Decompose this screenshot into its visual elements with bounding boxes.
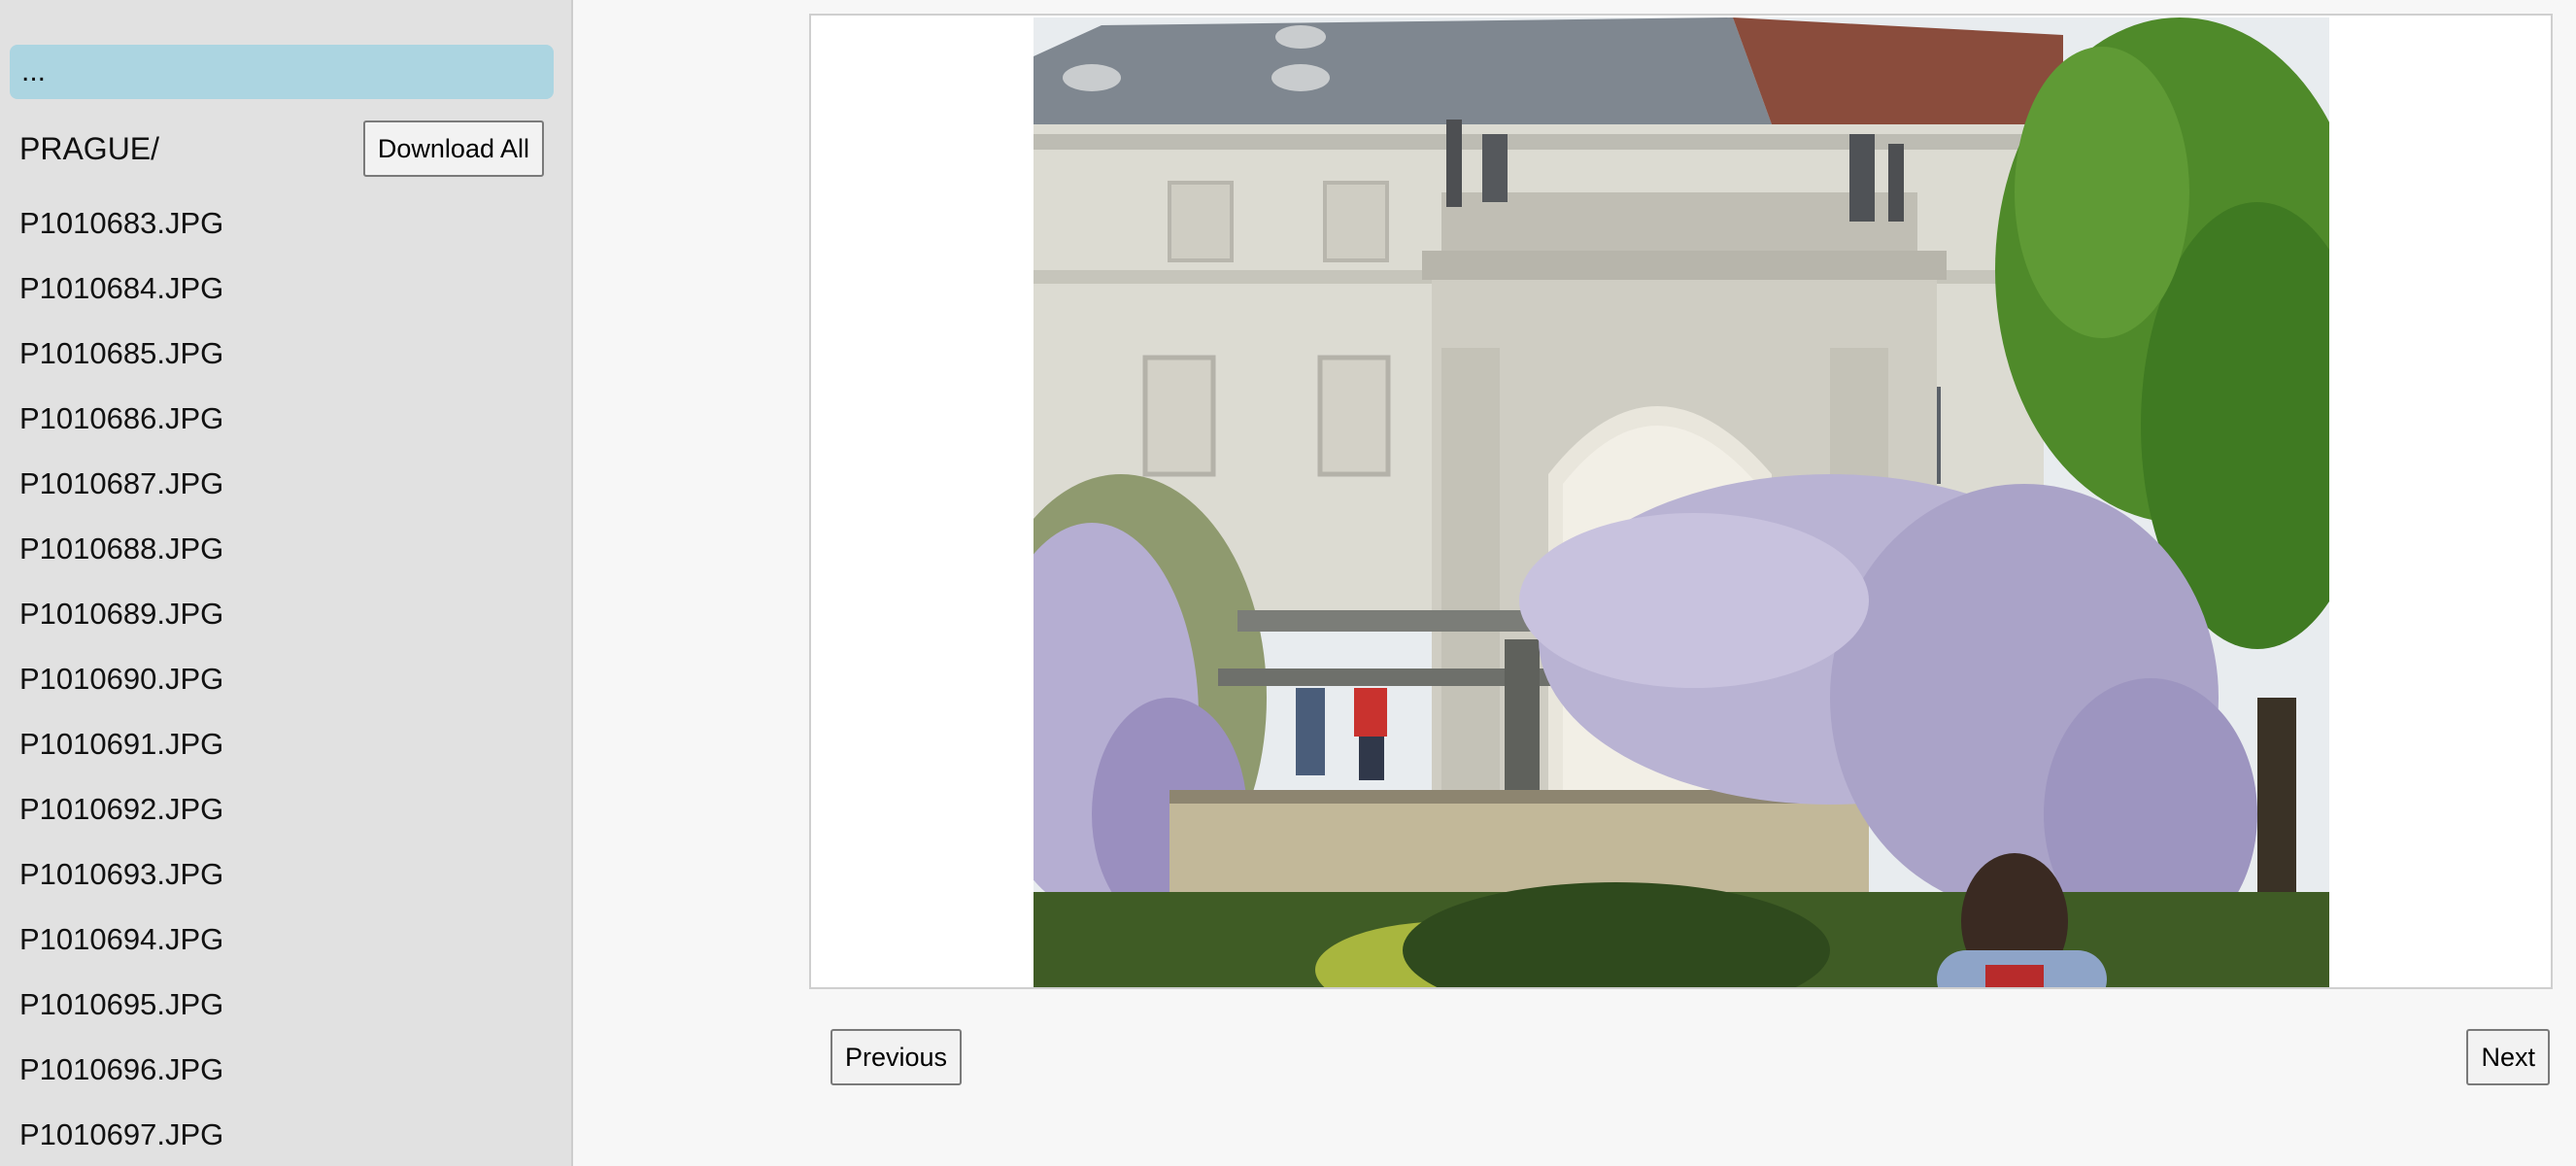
download-all-button[interactable]: Download All bbox=[362, 120, 544, 177]
file-item[interactable]: P1010683.JPG bbox=[19, 190, 223, 256]
file-item[interactable]: P1010692.JPG bbox=[19, 776, 223, 841]
file-item[interactable]: P1010686.JPG bbox=[19, 386, 223, 451]
next-button[interactable]: Next bbox=[2466, 1029, 2550, 1085]
file-item[interactable]: P1010688.JPG bbox=[19, 516, 223, 581]
image-frame bbox=[809, 14, 2553, 989]
folder-header: PRAGUE/ Download All bbox=[19, 119, 544, 179]
file-item[interactable]: P1010684.JPG bbox=[19, 256, 223, 321]
parent-directory-item[interactable]: ... bbox=[10, 45, 554, 99]
file-item[interactable]: P1010696.JPG bbox=[19, 1037, 223, 1102]
file-item[interactable]: P1010687.JPG bbox=[19, 451, 223, 516]
folder-name: PRAGUE/ bbox=[19, 131, 160, 166]
previous-button[interactable]: Previous bbox=[830, 1029, 963, 1085]
file-browser-app: ... PRAGUE/ Download All P1010683.JPG P10… bbox=[0, 0, 2576, 1166]
sidebar: ... PRAGUE/ Download All P1010683.JPG P10… bbox=[0, 0, 573, 1166]
file-item[interactable]: P1010690.JPG bbox=[19, 646, 223, 711]
file-item[interactable]: P1010689.JPG bbox=[19, 581, 223, 646]
file-item[interactable]: P1010694.JPG bbox=[19, 907, 223, 972]
file-item[interactable]: P1010697.JPG bbox=[19, 1102, 223, 1166]
file-list: P1010683.JPG P1010684.JPG P1010685.JPG P101… bbox=[19, 190, 223, 1166]
file-item[interactable]: P1010685.JPG bbox=[19, 321, 223, 386]
photo-preview bbox=[1034, 17, 2329, 987]
file-item[interactable]: P1010691.JPG bbox=[19, 711, 223, 776]
file-item[interactable]: P1010695.JPG bbox=[19, 972, 223, 1037]
file-item[interactable]: P1010693.JPG bbox=[19, 841, 223, 907]
